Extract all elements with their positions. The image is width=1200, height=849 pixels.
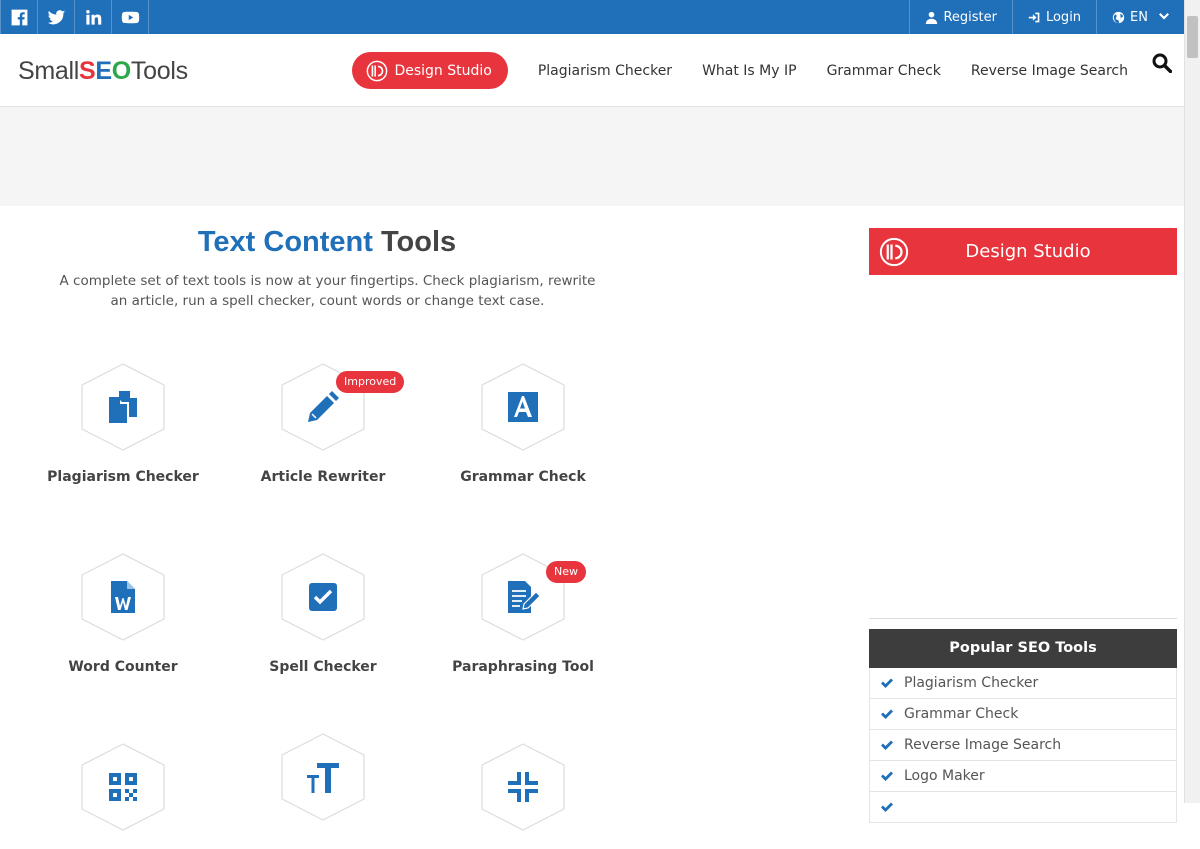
tool-label: Grammar Check xyxy=(460,469,586,485)
popular-item-label: Plagiarism Checker xyxy=(904,675,1039,691)
title-rest: Tools xyxy=(380,226,457,258)
tool-card-compress[interactable] xyxy=(433,743,613,849)
site-logo[interactable]: SmallSEOTools xyxy=(18,57,188,86)
tool-hex xyxy=(81,743,165,831)
pencil-icon xyxy=(308,391,339,422)
popular-item-next[interactable] xyxy=(869,792,1177,823)
tool-hex xyxy=(281,553,365,641)
linkedin-icon[interactable] xyxy=(74,0,111,34)
top-bar: Register Login EN xyxy=(0,0,1185,34)
logo-text-e: E xyxy=(95,57,112,85)
logo-text-tools: Tools xyxy=(130,57,188,85)
letter-a-icon xyxy=(508,392,538,422)
tool-card-word-counter[interactable]: Word Counter xyxy=(33,553,213,675)
account-nav: Register Login EN xyxy=(909,0,1185,34)
user-icon xyxy=(926,11,938,24)
tool-card-text-size[interactable] xyxy=(233,733,413,839)
design-studio-label: Design Studio xyxy=(394,62,492,79)
social-links xyxy=(0,0,149,34)
text-size-icon xyxy=(307,763,339,793)
main-header: SmallSEOTools Design Studio Plagiarism C… xyxy=(0,34,1185,107)
new-badge: New xyxy=(546,561,586,583)
word-document-icon xyxy=(111,581,135,613)
nav-item-grammar-check[interactable]: Grammar Check xyxy=(812,63,956,79)
login-icon xyxy=(1028,12,1040,22)
checkmark-icon xyxy=(881,678,893,688)
page-scrollbar[interactable] xyxy=(1184,0,1200,803)
design-studio-logo-icon xyxy=(879,237,909,266)
register-label: Register xyxy=(943,9,997,25)
popular-item-label: Logo Maker xyxy=(904,768,985,784)
logo-text-small: Small xyxy=(18,57,80,85)
scrollbar-thumb[interactable] xyxy=(1187,16,1198,58)
tool-card-qr-code[interactable] xyxy=(33,743,213,849)
twitter-icon[interactable] xyxy=(37,0,74,34)
search-icon[interactable] xyxy=(1152,53,1172,73)
compress-icon xyxy=(508,772,538,802)
documents-icon xyxy=(109,391,137,423)
logo-text-o: O xyxy=(111,57,131,85)
tool-label: Plagiarism Checker xyxy=(47,469,199,485)
page-subtitle: A complete set of text tools is now at y… xyxy=(59,273,596,309)
popular-item-logo-maker[interactable]: Logo Maker xyxy=(869,761,1177,792)
login-label: Login xyxy=(1045,9,1082,25)
page-title: Text Content Tools xyxy=(0,226,654,259)
tool-label: Paraphrasing Tool xyxy=(452,659,594,675)
globe-icon xyxy=(1112,11,1125,23)
design-studio-banner-label: Design Studio xyxy=(965,241,1091,262)
tool-label: Spell Checker xyxy=(269,659,377,675)
design-studio-banner[interactable]: Design Studio xyxy=(869,228,1177,275)
design-studio-logo-icon xyxy=(367,60,388,81)
tool-label: Word Counter xyxy=(68,659,178,675)
chevron-down-icon xyxy=(1159,13,1169,20)
tool-hex xyxy=(481,743,565,831)
tool-hex xyxy=(481,363,565,451)
facebook-icon[interactable] xyxy=(0,0,37,34)
main-nav: Design Studio Plagiarism Checker What Is… xyxy=(352,52,1143,89)
popular-item-plagiarism-checker[interactable]: Plagiarism Checker xyxy=(869,668,1177,699)
popular-tools-heading: Popular SEO Tools xyxy=(869,629,1177,668)
nav-item-reverse-image-search[interactable]: Reverse Image Search xyxy=(956,63,1143,79)
qr-code-icon xyxy=(109,773,137,801)
design-studio-button[interactable]: Design Studio xyxy=(352,52,508,89)
checkbox-icon xyxy=(309,583,337,611)
tool-card-paraphrasing-tool[interactable]: Paraphrasing Tool xyxy=(433,553,613,675)
popular-item-grammar-check[interactable]: Grammar Check xyxy=(869,699,1177,730)
tool-hex xyxy=(81,553,165,641)
nav-item-plagiarism-checker[interactable]: Plagiarism Checker xyxy=(523,63,687,79)
tool-card-spell-checker[interactable]: Spell Checker xyxy=(233,553,413,675)
tool-hex xyxy=(81,363,165,451)
checkmark-icon xyxy=(881,771,893,781)
tool-label: Article Rewriter xyxy=(260,469,386,485)
checkmark-icon xyxy=(881,709,893,719)
youtube-icon[interactable] xyxy=(111,0,148,34)
popular-item-label: Reverse Image Search xyxy=(904,737,1062,753)
tool-card-plagiarism-checker[interactable]: Plagiarism Checker xyxy=(33,363,213,485)
nav-item-what-is-my-ip[interactable]: What Is My IP xyxy=(687,63,812,79)
tool-card-grammar-check[interactable]: Grammar Check xyxy=(433,363,613,485)
tool-hex xyxy=(281,733,365,821)
login-link[interactable]: Login xyxy=(1011,0,1096,34)
language-selector[interactable]: EN xyxy=(1096,0,1185,34)
logo-text-s: S xyxy=(79,57,96,85)
popular-item-reverse-image-search[interactable]: Reverse Image Search xyxy=(869,730,1177,761)
popular-item-label: Grammar Check xyxy=(904,706,1019,722)
checkmark-icon xyxy=(881,802,893,812)
popular-seo-tools: Popular SEO Tools Plagiarism Checker Gra… xyxy=(869,618,1177,823)
register-link[interactable]: Register xyxy=(909,0,1012,34)
language-label: EN xyxy=(1130,9,1148,25)
title-highlight: Text Content xyxy=(197,226,373,258)
improved-badge: Improved xyxy=(336,371,405,393)
checkmark-icon xyxy=(881,740,893,750)
ad-banner-area xyxy=(0,107,1185,206)
edit-document-icon xyxy=(508,581,541,613)
